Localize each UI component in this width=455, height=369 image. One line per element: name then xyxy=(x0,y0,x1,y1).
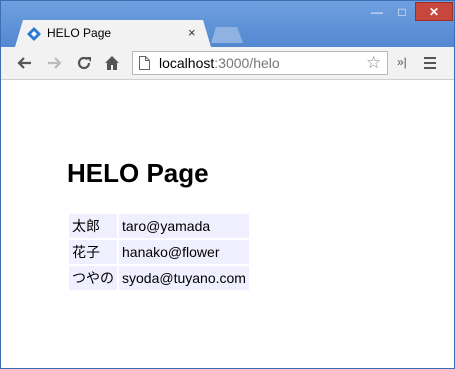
menu-icon[interactable] xyxy=(421,54,439,72)
forward-icon xyxy=(48,57,62,69)
toolbar: localhost:3000/helo ☆ »| xyxy=(1,47,454,80)
home-icon xyxy=(105,56,119,70)
table-row: 花子 hanako@flower xyxy=(69,240,249,264)
reload-button[interactable] xyxy=(73,52,95,74)
tab-helo-page[interactable]: HELO Page × xyxy=(15,20,211,47)
maximize-button[interactable]: □ xyxy=(390,2,414,21)
tab-close-button[interactable]: × xyxy=(188,25,196,40)
tab-title: HELO Page xyxy=(47,26,112,40)
table-row: つやの syoda@tuyano.com xyxy=(69,266,249,290)
name-cell: 花子 xyxy=(69,240,117,264)
url-text: localhost:3000/helo xyxy=(159,55,280,71)
page-title: HELO Page xyxy=(67,158,209,188)
close-window-button[interactable]: ✕ xyxy=(415,2,453,21)
url-path: :3000/helo xyxy=(214,55,280,71)
address-bar[interactable]: localhost:3000/helo ☆ xyxy=(132,51,388,75)
minimize-button[interactable]: — xyxy=(365,2,389,21)
title-bar: — □ ✕ HELO Page × xyxy=(1,1,454,47)
home-button[interactable] xyxy=(101,52,123,74)
email-cell: taro@yamada xyxy=(119,214,249,238)
page-content: HELO Page 太郎 taro@yamada 花子 hanako@flowe… xyxy=(1,80,454,368)
url-host: localhost xyxy=(159,55,215,71)
user-table: 太郎 taro@yamada 花子 hanako@flower つやの syod… xyxy=(67,212,251,292)
star-icon[interactable]: ☆ xyxy=(366,53,381,73)
back-icon xyxy=(17,57,31,69)
favicon-icon xyxy=(27,27,41,41)
email-cell: syoda@tuyano.com xyxy=(119,266,249,290)
browser-window: — □ ✕ HELO Page × localhost:3000/helo ☆ … xyxy=(0,0,455,369)
page-icon xyxy=(139,56,150,70)
name-cell: つやの xyxy=(69,266,117,290)
extensions-overflow-button[interactable]: »| xyxy=(397,55,407,69)
name-cell: 太郎 xyxy=(69,214,117,238)
new-tab-button[interactable] xyxy=(211,27,243,43)
back-button[interactable] xyxy=(14,52,36,74)
forward-button[interactable] xyxy=(43,52,65,74)
reload-icon xyxy=(77,56,91,70)
email-cell: hanako@flower xyxy=(119,240,249,264)
table-row: 太郎 taro@yamada xyxy=(69,214,249,238)
